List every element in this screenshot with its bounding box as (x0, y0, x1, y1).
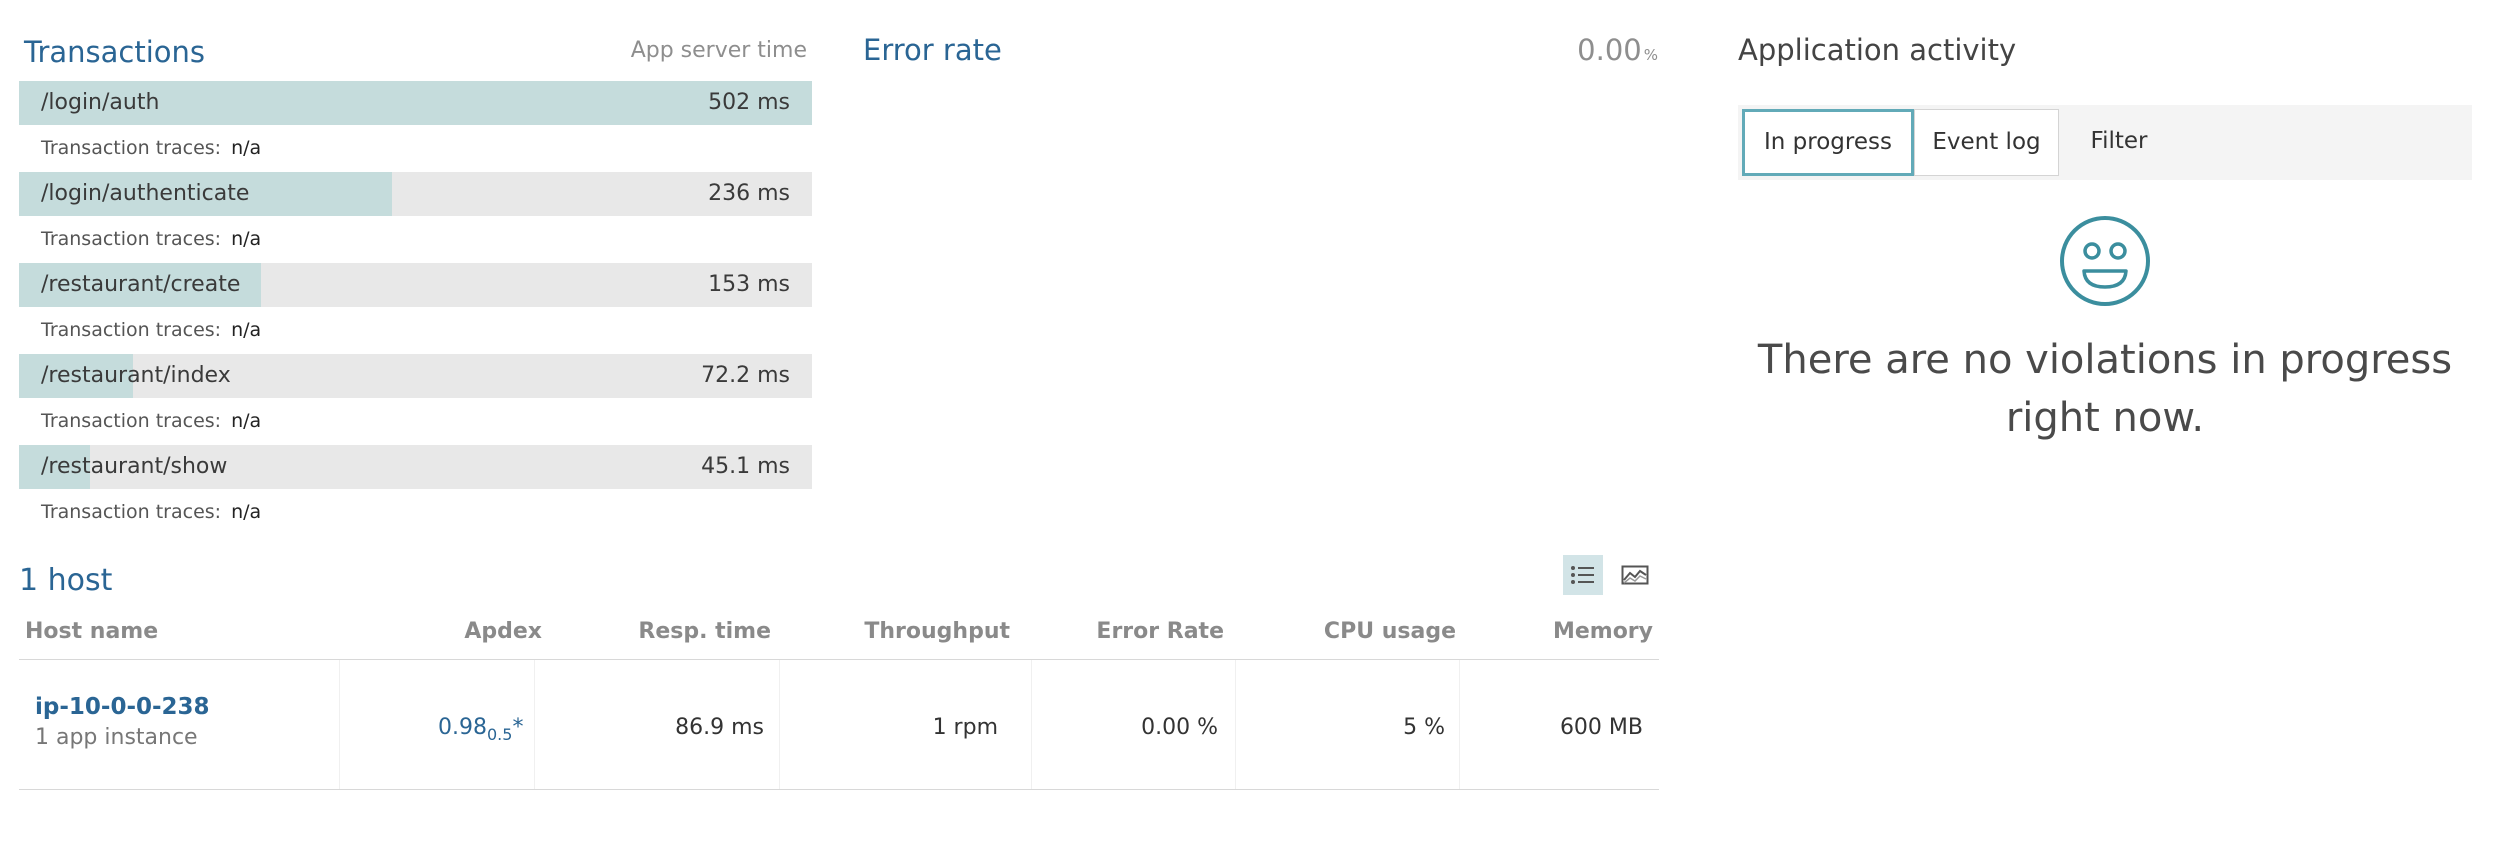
transaction-traces-label: Transaction traces: (41, 228, 222, 250)
application-activity-title: Application activity (1738, 33, 2017, 67)
col-resp-time[interactable]: Resp. time (638, 617, 771, 647)
chart-view-button[interactable] (1615, 555, 1655, 595)
transaction-traces-label: Transaction traces: (41, 319, 222, 341)
apdex-mark: * (512, 715, 524, 740)
list-view-button[interactable] (1563, 555, 1603, 595)
transaction-bar[interactable]: /login/authenticate 236 ms (19, 172, 812, 216)
list-view-icon (1571, 566, 1594, 584)
smiley-wrap (1738, 180, 2472, 311)
transaction-traces: Transaction traces: n/a (19, 398, 814, 445)
transaction-traces-value: n/a (231, 410, 262, 432)
transaction-bar[interactable]: /restaurant/index 72.2 ms (19, 354, 812, 398)
application-activity-panel: Application activity In progress Event l… (1738, 33, 2472, 447)
tab-event-log[interactable]: Event log (1914, 109, 2059, 176)
error-rate-cell: 0.00 % (1141, 715, 1218, 740)
error-rate-title[interactable]: Error rate (863, 33, 1002, 67)
column-divider (1031, 660, 1032, 789)
transactions-title[interactable]: Transactions (24, 35, 205, 69)
transaction-name: /login/authenticate (41, 181, 250, 206)
transaction-traces-value: n/a (231, 137, 262, 159)
column-divider (779, 660, 780, 789)
host-name-link[interactable]: ip-10-0-0-238 (35, 694, 210, 720)
transaction-item: /restaurant/index 72.2 ms Transaction trac… (19, 354, 814, 445)
transaction-bar[interactable]: /restaurant/create 153 ms (19, 263, 812, 307)
throughput-cell: 1 rpm (932, 715, 998, 740)
transaction-traces-value: n/a (231, 228, 262, 250)
tab-in-progress[interactable]: In progress (1742, 109, 1914, 176)
column-divider (339, 660, 340, 789)
dashboard: Transactions App server time /login/auth… (0, 0, 2500, 856)
apdex-t: 0.5 (486, 725, 513, 744)
hosts-title: 1 host (19, 563, 113, 598)
transaction-traces-label: Transaction traces: (41, 410, 222, 432)
error-rate-value-wrap: 0.00% (1577, 33, 1658, 67)
transaction-traces: Transaction traces: n/a (19, 125, 814, 172)
transactions-header: Transactions App server time (19, 35, 814, 81)
col-host-name[interactable]: Host name (25, 617, 158, 647)
transaction-name: /restaurant/index (41, 363, 231, 388)
hosts-table-header: Host name Apdex Resp. time Throughput Er… (19, 617, 1659, 660)
apdex-value[interactable]: 0.980.5* (438, 715, 524, 744)
error-rate-value: 0.00 (1577, 33, 1642, 67)
transaction-name: /restaurant/show (41, 454, 228, 479)
col-cpu-usage[interactable]: CPU usage (1324, 617, 1456, 647)
col-throughput[interactable]: Throughput (864, 617, 1010, 647)
column-divider (1235, 660, 1236, 789)
column-divider (1459, 660, 1460, 789)
transaction-name: /restaurant/create (41, 272, 241, 297)
transaction-name: /login/auth (41, 90, 160, 115)
col-apdex[interactable]: Apdex (464, 617, 542, 647)
transaction-traces-value: n/a (231, 501, 262, 523)
error-rate-unit: % (1643, 46, 1658, 64)
memory-cell: 600 MB (1559, 715, 1643, 740)
transaction-traces-label: Transaction traces: (41, 501, 222, 523)
transactions-list: /login/auth 502 ms Transaction traces: n/a /… (19, 81, 814, 536)
transaction-time: 502 ms (708, 90, 790, 115)
transactions-panel: Transactions App server time /login/auth… (19, 35, 814, 536)
column-divider (534, 660, 535, 789)
table-row: ip-10-0-0-238 1 app instance 0.980.5* 86… (19, 660, 1659, 790)
transaction-traces-label: Transaction traces: (41, 137, 222, 159)
hosts-table: Host name Apdex Resp. time Throughput Er… (19, 617, 1659, 790)
apdex-cell: 0.980.5* (438, 715, 523, 744)
no-violations-message: There are no violations in progress righ… (1757, 337, 2453, 441)
transaction-time: 72.2 ms (701, 363, 790, 388)
transaction-traces: Transaction traces: n/a (19, 307, 814, 354)
transaction-traces: Transaction traces: n/a (19, 489, 814, 536)
activity-tabs: In progress Event log Filter (1738, 105, 2472, 180)
host-instances: 1 app instance (35, 725, 198, 750)
cpu-usage-cell: 5 % (1403, 715, 1445, 740)
smiley-face-icon (2060, 216, 2150, 306)
transaction-item: /restaurant/show 45.1 ms Transaction trace… (19, 445, 814, 536)
transaction-time: 45.1 ms (701, 454, 790, 479)
transaction-bar[interactable]: /login/auth 502 ms (19, 81, 812, 125)
col-error-rate[interactable]: Error Rate (1096, 617, 1224, 647)
transaction-item: /login/auth 502 ms Transaction traces: n/a (19, 81, 814, 172)
transactions-subtitle: App server time (630, 38, 807, 63)
apdex-score: 0.98 (438, 715, 487, 740)
transaction-bar[interactable]: /restaurant/show 45.1 ms (19, 445, 812, 489)
transaction-time: 153 ms (708, 272, 790, 297)
transaction-item: /login/authenticate 236 ms Transaction tra… (19, 172, 814, 263)
tab-filter[interactable]: Filter (2069, 109, 2169, 176)
transaction-item: /restaurant/create 153 ms Transaction trac… (19, 263, 814, 354)
transaction-traces-value: n/a (231, 319, 262, 341)
col-memory[interactable]: Memory (1553, 617, 1653, 647)
chart-view-icon (1621, 565, 1649, 585)
resp-time-cell: 86.9 ms (675, 715, 764, 740)
error-rate-panel: Error rate 0.00% (863, 33, 1658, 73)
transaction-traces: Transaction traces: n/a (19, 216, 814, 263)
transaction-time: 236 ms (708, 181, 790, 206)
